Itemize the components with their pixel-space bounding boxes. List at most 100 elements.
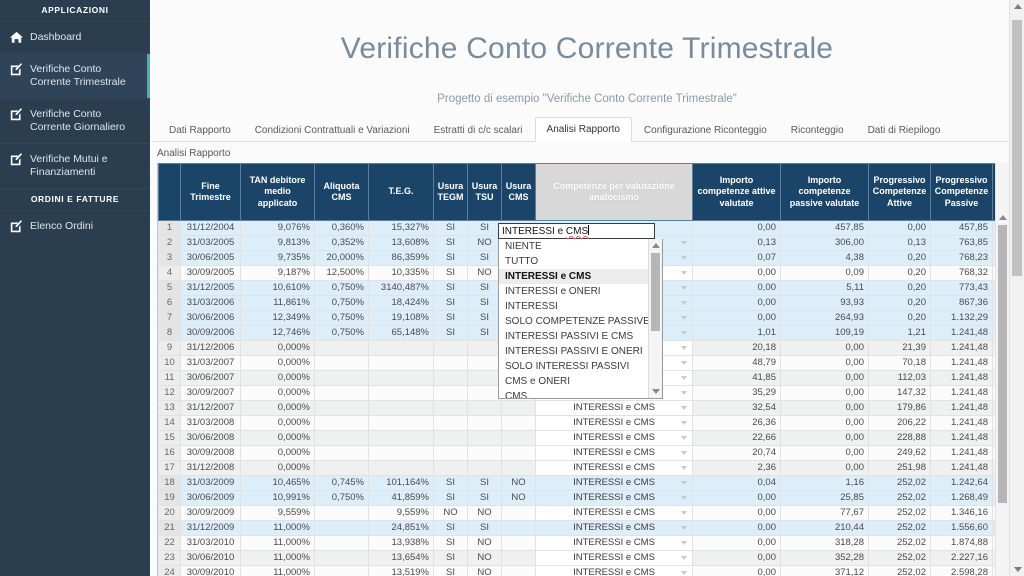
cell-comp[interactable]: INTERESSI e CMS xyxy=(535,460,693,477)
dropdown-option[interactable]: SOLO COMPETENZE PASSIVE xyxy=(499,314,650,329)
page-scroll-down-arrow-icon[interactable] xyxy=(1013,567,1022,572)
dropdown-scrollbar-thumb[interactable] xyxy=(651,253,660,332)
page-scroll-up-arrow-icon[interactable] xyxy=(1013,4,1022,9)
cell-comp[interactable]: INTERESSI e CMS xyxy=(535,430,693,447)
dropdown-option[interactable]: INTERESSI xyxy=(499,299,648,314)
chevron-down-icon[interactable] xyxy=(681,271,687,276)
cell-comp[interactable]: INTERESSI e CMS xyxy=(535,565,693,576)
cell-comp[interactable]: INTERESSI e CMS xyxy=(535,400,693,417)
dropdown-option[interactable]: INTERESSI PASSIVI E ONERI xyxy=(499,344,648,359)
dropdown-option[interactable]: INTERESSI e CMS xyxy=(499,269,648,285)
column-header-tan[interactable]: TAN debitore medio applicato xyxy=(240,163,315,222)
cell-utegm: SI xyxy=(433,220,468,237)
chevron-down-icon[interactable] xyxy=(681,241,687,246)
chevron-down-icon[interactable] xyxy=(681,526,687,531)
chevron-down-icon[interactable] xyxy=(681,406,687,411)
cell-utsu: SI xyxy=(467,295,502,312)
dropdown-scrollbar[interactable] xyxy=(648,239,662,399)
dropdown-option[interactable]: INTERESSI e ONERI xyxy=(499,284,648,299)
chevron-down-icon[interactable] xyxy=(681,451,687,456)
chevron-down-icon[interactable] xyxy=(681,481,687,486)
tab-condizioni-contrattuali-e-variazioni[interactable]: Condizioni Contrattuali e Variazioni xyxy=(243,118,422,142)
chevron-down-icon[interactable] xyxy=(681,436,687,441)
chevron-down-icon[interactable] xyxy=(681,511,687,516)
table-vertical-scrollbar[interactable] xyxy=(995,163,1009,576)
column-header-ucms[interactable]: Usura CMS xyxy=(501,163,536,222)
chevron-down-icon[interactable] xyxy=(681,571,687,576)
chevron-down-icon[interactable] xyxy=(681,421,687,426)
chevron-down-icon[interactable] xyxy=(681,466,687,471)
table-row[interactable]: 19 30/06/2009 10,991% 0,750% 41,859% SI SI NO IN… xyxy=(158,490,1009,507)
tab-riconteggio[interactable]: Riconteggio xyxy=(779,118,856,142)
tab-dati-di-riepilogo[interactable]: Dati di Riepilogo xyxy=(856,118,953,142)
chevron-down-icon[interactable] xyxy=(681,376,687,381)
table-row[interactable]: 20 30/09/2009 9,559% 9,559% NO NO INTERESSI e … xyxy=(158,505,1009,522)
cell-teg: 3140,487% xyxy=(368,280,434,297)
column-header-impp[interactable]: Importo competenze passive valutate xyxy=(780,163,869,222)
column-header-cms[interactable]: Aliquota CMS xyxy=(314,163,369,222)
dropdown-scroll-up-arrow-icon[interactable] xyxy=(652,243,660,249)
column-header-teg[interactable]: T.E.G. xyxy=(368,163,434,222)
competenze-combo-input[interactable]: INTERESSI e CMS xyxy=(498,223,655,240)
cell-proga: 252,02 xyxy=(868,475,931,492)
tab-dati-rapporto[interactable]: Dati Rapporto xyxy=(157,118,243,142)
table-row[interactable]: 22 31/03/2010 11,000% 13,938% SI NO INTERESSI … xyxy=(158,535,1009,552)
cell-comp[interactable]: INTERESSI e CMS xyxy=(535,475,693,492)
dropdown-option[interactable]: SOLO INTERESSI PASSIVI xyxy=(499,359,648,374)
page-scrollbar-thumb[interactable] xyxy=(1012,20,1022,276)
chevron-down-icon[interactable] xyxy=(681,286,687,291)
cell-comp[interactable]: INTERESSI e CMS xyxy=(535,535,693,552)
table-row[interactable]: 15 30/06/2008 0,000% INTERESSI e CMS 22,66 0,… xyxy=(158,430,1009,447)
chevron-down-icon[interactable] xyxy=(681,256,687,261)
chevron-down-icon[interactable] xyxy=(681,361,687,366)
chevron-down-icon[interactable] xyxy=(681,331,687,336)
sidebar-item-verifiche-conto-corrente-trimestrale[interactable]: Verifiche Conto Corrente Trimestrale xyxy=(0,53,150,98)
competenze-dropdown-popup[interactable]: NIENTE TUTTO INTERESSI e CMS INTERESSI e ON… xyxy=(498,239,663,400)
dropdown-option[interactable]: INTERESSI PASSIVI E CMS xyxy=(499,329,648,344)
cell-comp[interactable]: INTERESSI e CMS xyxy=(535,415,693,432)
table-row[interactable]: 18 31/03/2009 10,465% 0,745% 101,164% SI SI NO I… xyxy=(158,475,1009,492)
tab-analisi-rapporto[interactable]: Analisi Rapporto xyxy=(534,117,632,143)
sidebar-item-verifiche-mutui-e-finanziamenti[interactable]: Verifiche Mutui e Finanziamenti xyxy=(0,143,150,188)
cell-comp[interactable]: INTERESSI e CMS xyxy=(535,445,693,462)
tab-configurazione-riconteggio[interactable]: Configurazione Riconteggio xyxy=(632,118,779,142)
column-header-utsu[interactable]: Usura TSU xyxy=(467,163,502,222)
column-header-utegm[interactable]: Usura TEGM xyxy=(433,163,468,222)
sidebar-item-elenco-ordini[interactable]: Elenco Ordini xyxy=(0,210,150,242)
chevron-down-icon[interactable] xyxy=(681,346,687,351)
cell-comp[interactable]: INTERESSI e CMS xyxy=(535,520,693,537)
column-header-n[interactable] xyxy=(158,163,181,222)
chevron-down-icon[interactable] xyxy=(681,541,687,546)
tab-estratti-di-c-c-scalari[interactable]: Estratti di c/c scalari xyxy=(422,118,535,142)
chevron-down-icon[interactable] xyxy=(681,301,687,306)
cell-comp[interactable]: INTERESSI e CMS xyxy=(535,505,693,522)
table-row[interactable]: 21 31/12/2009 11,000% 24,851% SI SI INTERESSI … xyxy=(158,520,1009,537)
chevron-down-icon[interactable] xyxy=(681,391,687,396)
table-row[interactable]: 23 30/06/2010 11,000% 13,654% SI NO INTERESSI … xyxy=(158,550,1009,567)
dropdown-option[interactable]: CMS e ONERI xyxy=(499,374,648,389)
table-row[interactable]: 16 30/09/2008 0,000% INTERESSI e CMS 20,74 0,… xyxy=(158,445,1009,462)
chevron-down-icon[interactable] xyxy=(681,316,687,321)
scroll-up-arrow-icon[interactable] xyxy=(999,215,1007,221)
dropdown-scroll-down-arrow-icon[interactable] xyxy=(652,389,660,395)
column-header-proga[interactable]: Progressivo Competenze Attive xyxy=(868,163,931,222)
dropdown-option[interactable]: CMS xyxy=(499,389,648,398)
cell-comp[interactable]: INTERESSI e CMS xyxy=(535,490,693,507)
sidebar-item-dashboard[interactable]: Dashboard xyxy=(0,21,150,53)
chevron-down-icon[interactable] xyxy=(681,556,687,561)
column-header-impa[interactable]: Importo competenze attive valutate xyxy=(692,163,781,222)
table-row[interactable]: 17 31/12/2008 0,000% INTERESSI e CMS 2,36 0,0… xyxy=(158,460,1009,477)
column-header-comp[interactable]: Competenze per valutazione anatocismo xyxy=(535,163,693,222)
chevron-down-icon[interactable] xyxy=(681,496,687,501)
cell-comp[interactable]: INTERESSI e CMS xyxy=(535,550,693,567)
table-row[interactable]: 13 31/12/2007 0,000% INTERESSI e CMS 32,54 0,… xyxy=(158,400,1009,417)
column-header-fine[interactable]: Fine Trimestre xyxy=(180,163,241,222)
sidebar-item-verifiche-conto-corrente-giornaliero[interactable]: Verifiche Conto Corrente Giornaliero xyxy=(0,98,150,143)
table-row[interactable]: 14 31/03/2008 0,000% INTERESSI e CMS 26,36 0,… xyxy=(158,415,1009,432)
scrollbar-thumb[interactable] xyxy=(998,225,1007,504)
dropdown-option[interactable]: NIENTE xyxy=(499,239,648,254)
dropdown-option[interactable]: TUTTO xyxy=(499,254,648,269)
page-vertical-scrollbar[interactable] xyxy=(1009,0,1024,576)
table-row[interactable]: 24 30/09/2010 11,000% 13,519% SI NO INTERESSI … xyxy=(158,565,1009,576)
column-header-progp[interactable]: Progressivo Competenze Passive xyxy=(930,163,993,222)
